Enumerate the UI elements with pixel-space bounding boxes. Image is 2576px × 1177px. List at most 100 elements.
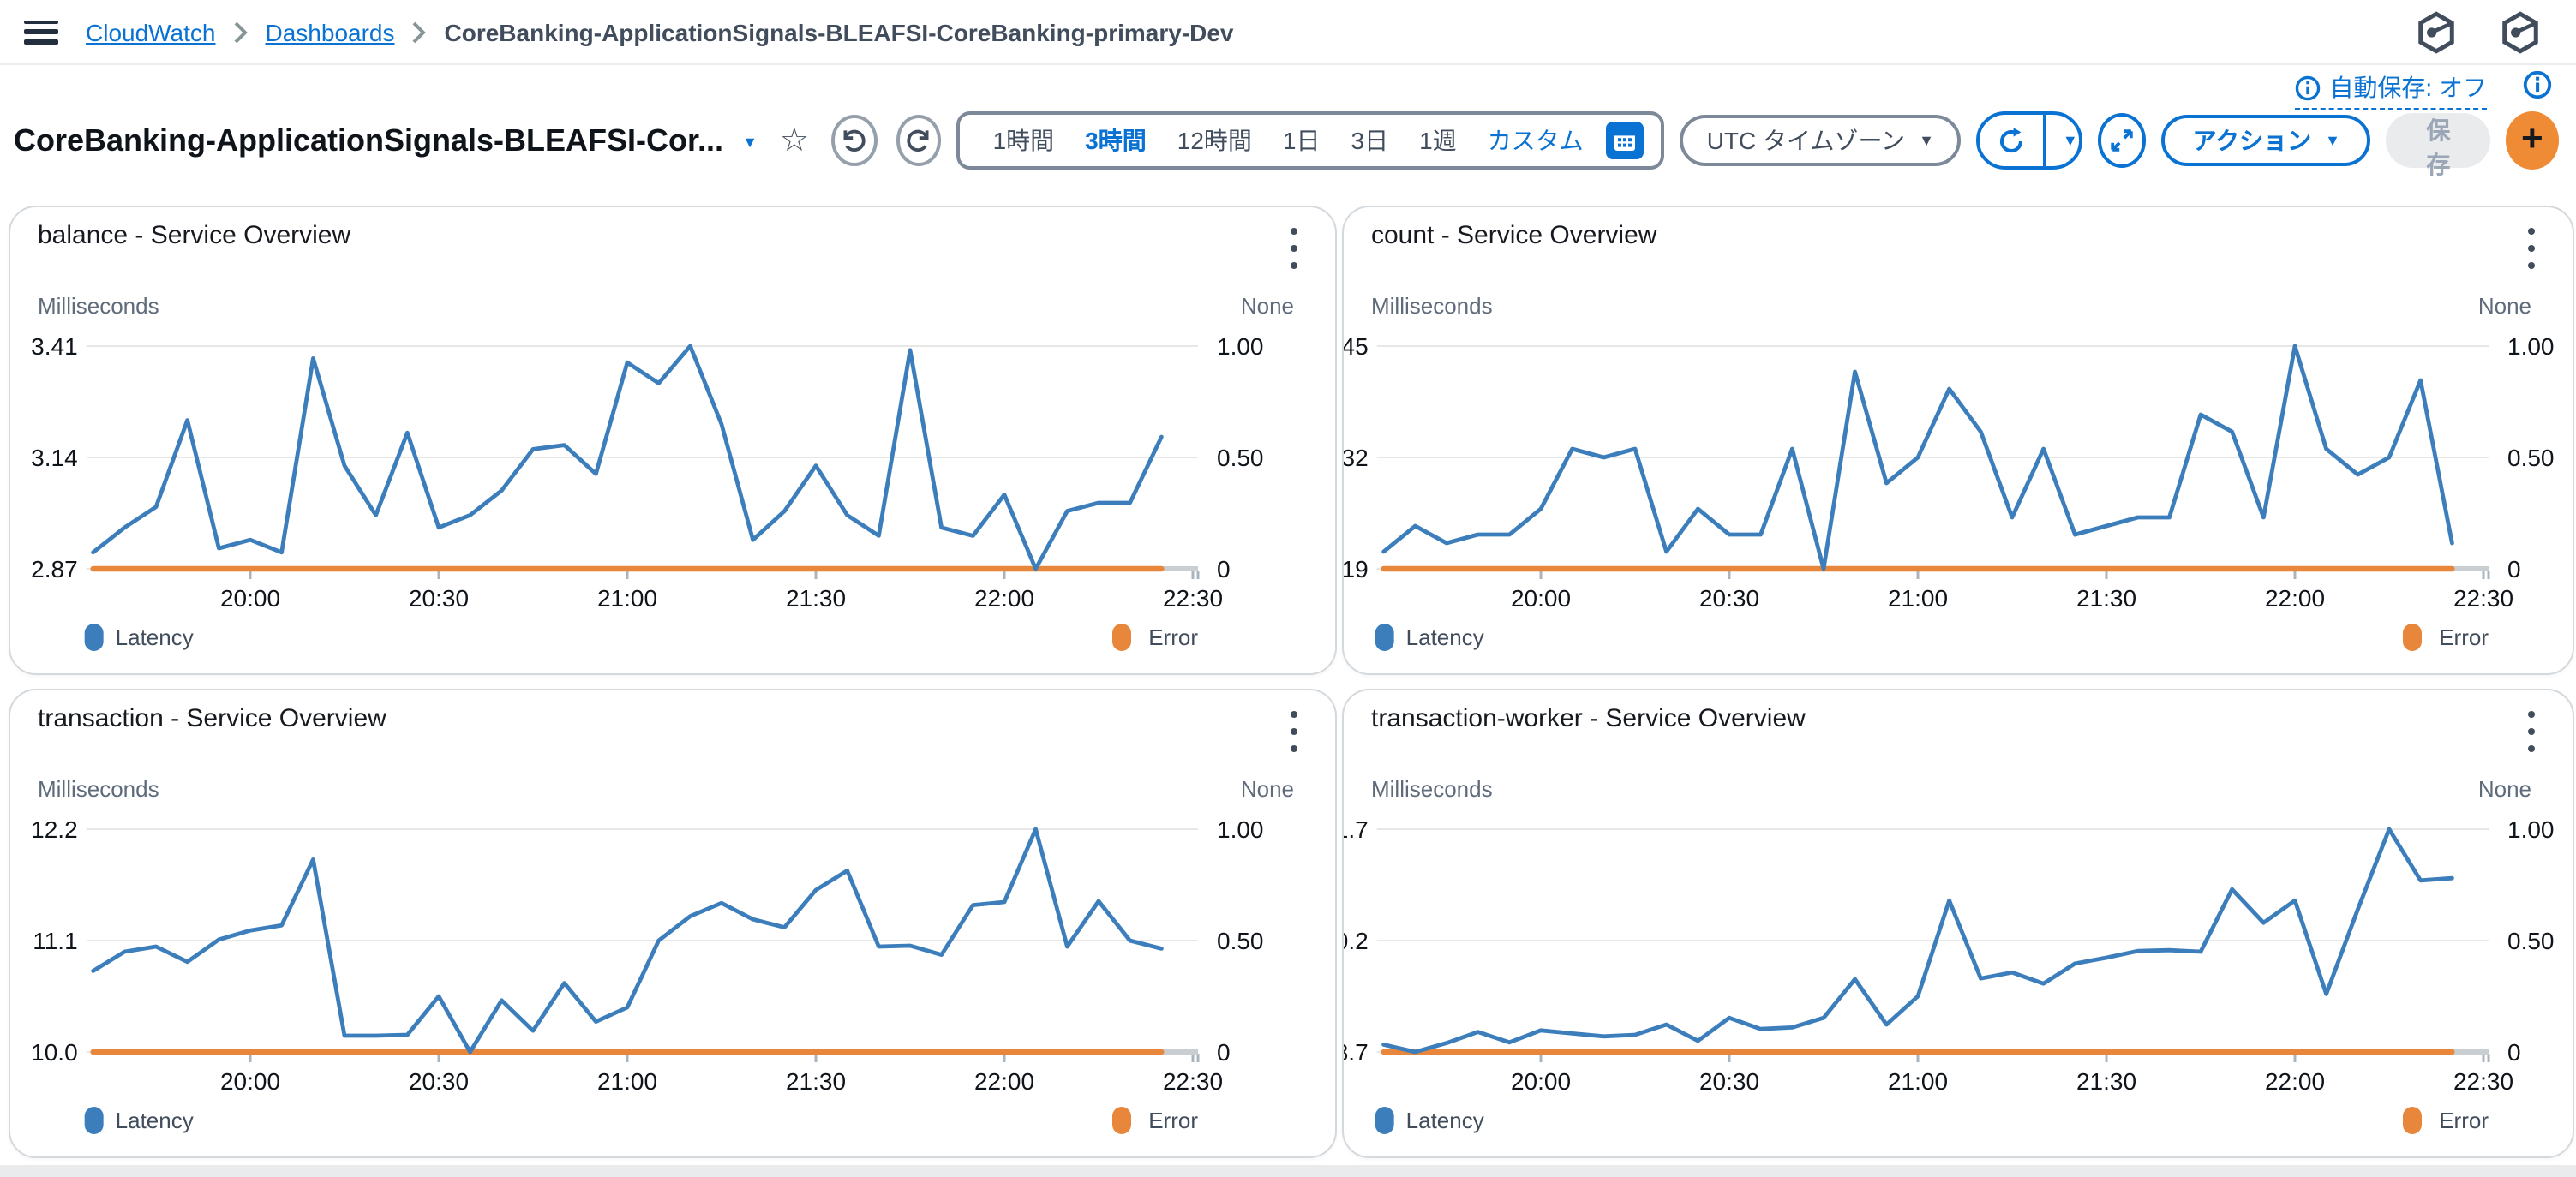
actions-button[interactable]: アクション ▼ xyxy=(2161,115,2370,166)
hamburger-menu-icon[interactable] xyxy=(24,20,58,44)
time-range-custom[interactable]: カスタム xyxy=(1472,123,1599,158)
redo-icon xyxy=(905,127,932,154)
chart-panel-balance: balance - Service Overview Milliseconds … xyxy=(9,206,1337,675)
svg-text:0.50: 0.50 xyxy=(2507,928,2555,954)
breadcrumb-cloudwatch[interactable]: CloudWatch xyxy=(86,18,216,45)
svg-text:22:30: 22:30 xyxy=(2453,585,2513,612)
actions-label: アクション xyxy=(2192,123,2311,158)
timezone-selector[interactable]: UTC タイムゾーン ▼ xyxy=(1680,115,1962,166)
fullscreen-button[interactable] xyxy=(2098,113,2147,168)
breadcrumb-dashboards[interactable]: Dashboards xyxy=(266,18,395,45)
chevron-down-icon: ▼ xyxy=(2063,132,2078,149)
svg-text:Error: Error xyxy=(2439,624,2489,650)
info-icon[interactable] xyxy=(2523,70,2552,99)
svg-text:11.1: 11.1 xyxy=(33,928,77,954)
svg-text:20:30: 20:30 xyxy=(1699,1068,1759,1095)
breadcrumb-current-dashboard: CoreBanking-ApplicationSignals-BLEAFSI-C… xyxy=(445,18,1234,45)
svg-text:2.32: 2.32 xyxy=(1344,445,1369,471)
svg-text:22:30: 22:30 xyxy=(2453,1068,2513,1095)
svg-text:Latency: Latency xyxy=(116,624,194,650)
svg-text:10.2: 10.2 xyxy=(1344,928,1369,954)
fullscreen-icon xyxy=(2108,127,2136,154)
svg-text:20:00: 20:00 xyxy=(220,585,280,612)
add-widget-button[interactable]: + xyxy=(2506,111,2559,170)
chart-canvas[interactable]: 2.451.002.320.502.19020:0020:3021:0021:3… xyxy=(1344,207,2573,673)
chart-canvas[interactable]: 3.411.003.140.502.87020:0020:3021:0021:3… xyxy=(10,207,1335,673)
svg-text:0: 0 xyxy=(1217,1039,1231,1066)
svg-text:20:00: 20:00 xyxy=(220,1068,280,1095)
chart-canvas[interactable]: 12.21.0011.10.5010.0020:0020:3021:0021:3… xyxy=(10,690,1335,1156)
svg-text:Error: Error xyxy=(1148,1108,1198,1133)
refresh-split-button: ▼ xyxy=(1977,111,2082,170)
time-range-3h-selected[interactable]: 3時間 xyxy=(1069,123,1162,158)
svg-text:21:00: 21:00 xyxy=(597,1068,657,1095)
svg-text:2.45: 2.45 xyxy=(1344,333,1369,360)
svg-text:22:00: 22:00 xyxy=(2265,585,2325,612)
svg-text:0: 0 xyxy=(1217,556,1231,583)
chevron-right-icon xyxy=(233,20,249,44)
svg-text:20:30: 20:30 xyxy=(1699,585,1759,612)
svg-text:21:30: 21:30 xyxy=(2076,585,2136,612)
chart-panel-transaction-worker: transaction-worker - Service Overview Mi… xyxy=(1342,689,2574,1158)
info-icon xyxy=(2295,75,2321,100)
svg-text:22:30: 22:30 xyxy=(1163,585,1223,612)
cloudshell-icon[interactable] xyxy=(2415,9,2458,54)
time-range-1d[interactable]: 1日 xyxy=(1267,123,1336,158)
undo-button[interactable] xyxy=(831,115,877,166)
calendar-button[interactable] xyxy=(1606,122,1644,159)
refresh-icon xyxy=(1998,126,2027,155)
svg-text:0.50: 0.50 xyxy=(2507,445,2555,471)
svg-text:0.50: 0.50 xyxy=(1217,445,1264,471)
time-range-1h[interactable]: 1時間 xyxy=(978,123,1070,158)
svg-text:1.00: 1.00 xyxy=(2507,816,2555,843)
svg-text:Latency: Latency xyxy=(1406,1108,1484,1133)
chevron-down-icon: ▼ xyxy=(2325,132,2340,149)
svg-text:21:00: 21:00 xyxy=(1888,585,1948,612)
page-bottom-strip xyxy=(0,1165,2576,1177)
svg-text:22:00: 22:00 xyxy=(974,585,1034,612)
save-button[interactable]: 保存 xyxy=(2387,113,2490,168)
svg-text:Error: Error xyxy=(1148,624,1198,650)
svg-text:1.00: 1.00 xyxy=(1217,333,1264,360)
svg-text:3.41: 3.41 xyxy=(31,333,78,360)
svg-text:21:30: 21:30 xyxy=(786,1068,846,1095)
refresh-options-button[interactable]: ▼ xyxy=(2044,115,2082,166)
svg-text:20:00: 20:00 xyxy=(1511,585,1571,612)
time-range-1w[interactable]: 1週 xyxy=(1404,123,1472,158)
cloudwatch-dashboard-page: CloudWatch Dashboards CoreBanking-Applic… xyxy=(0,0,2576,1177)
time-range-3d[interactable]: 3日 xyxy=(1336,123,1405,158)
redo-button[interactable] xyxy=(896,115,941,166)
svg-text:1.00: 1.00 xyxy=(1217,816,1264,843)
svg-text:10.0: 10.0 xyxy=(31,1039,78,1066)
settings-hexagon-icon[interactable] xyxy=(2499,9,2542,54)
undo-icon xyxy=(841,127,868,154)
dashboard-toolbar: CoreBanking-ApplicationSignals-BLEAFSI-C… xyxy=(14,99,2559,182)
chart-panel-transaction: transaction - Service Overview Milliseco… xyxy=(9,689,1337,1158)
svg-text:21:00: 21:00 xyxy=(1888,1068,1948,1095)
svg-text:22:00: 22:00 xyxy=(2265,1068,2325,1095)
svg-text:2.19: 2.19 xyxy=(1344,556,1369,583)
refresh-button[interactable] xyxy=(1980,115,2044,166)
svg-text:20:00: 20:00 xyxy=(1511,1068,1571,1095)
chevron-right-icon xyxy=(412,20,428,44)
svg-text:0: 0 xyxy=(2507,556,2521,583)
dashboard-title: CoreBanking-ApplicationSignals-BLEAFSI-C… xyxy=(14,122,723,158)
dashboard-title-caret-icon[interactable]: ▼ xyxy=(742,134,758,151)
svg-text:Latency: Latency xyxy=(116,1108,194,1133)
svg-text:12.2: 12.2 xyxy=(31,816,78,843)
chart-canvas[interactable]: 11.71.0010.20.508.7020:0020:3021:0021:30… xyxy=(1344,690,2573,1156)
time-range-selector: 1時間 3時間 12時間 1日 3日 1週 カスタム xyxy=(957,111,1664,170)
autosave-toggle-link[interactable]: 自動保存: オフ xyxy=(2295,70,2487,110)
top-right-icons xyxy=(2415,9,2576,54)
svg-text:21:30: 21:30 xyxy=(786,585,846,612)
svg-text:8.7: 8.7 xyxy=(1344,1039,1369,1066)
favorite-star-icon[interactable]: ☆ xyxy=(780,121,809,160)
svg-text:22:00: 22:00 xyxy=(974,1068,1034,1095)
svg-text:20:30: 20:30 xyxy=(409,585,469,612)
svg-text:0: 0 xyxy=(2507,1039,2521,1066)
chart-panel-count: count - Service Overview Milliseconds No… xyxy=(1342,206,2574,675)
svg-text:22:30: 22:30 xyxy=(1163,1068,1223,1095)
svg-text:20:30: 20:30 xyxy=(409,1068,469,1095)
calendar-icon xyxy=(1613,128,1637,152)
time-range-12h[interactable]: 12時間 xyxy=(1162,123,1267,158)
